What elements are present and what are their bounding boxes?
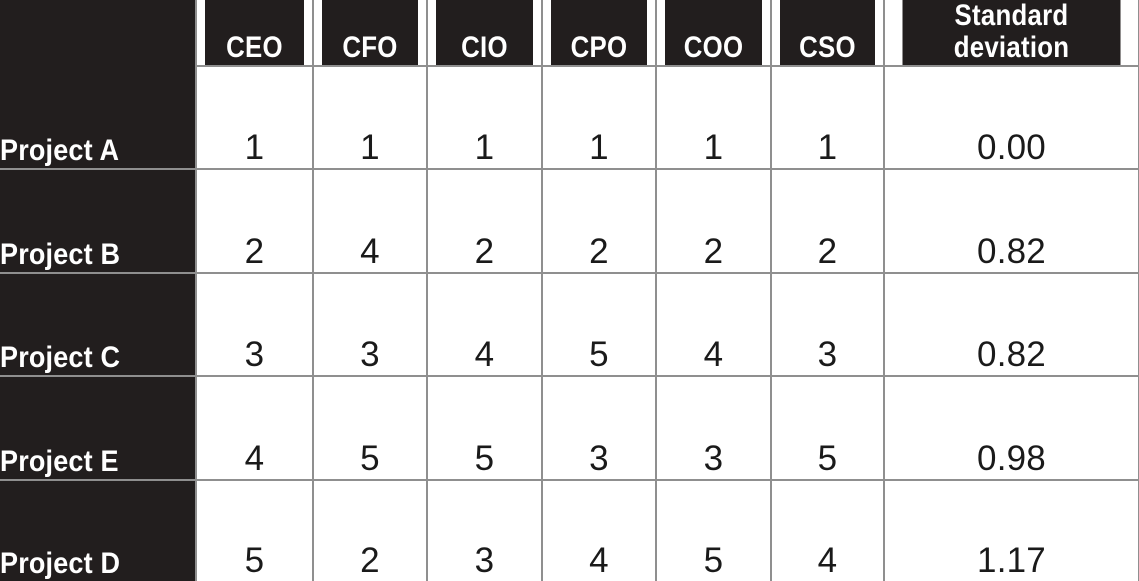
cell-project-a-cio: 1 bbox=[427, 64, 543, 171]
row-label-text: Project E bbox=[0, 444, 119, 478]
column-header-standard-deviation: Standard deviation bbox=[901, 0, 1123, 66]
row-label-project-a: Project A bbox=[0, 65, 197, 171]
row-label-text: Project C bbox=[0, 341, 121, 375]
column-header-cfo-label: CFO bbox=[342, 31, 398, 65]
cell-project-c-cio: 4 bbox=[427, 272, 543, 378]
cell-project-a-cso: 1 bbox=[771, 64, 885, 171]
row-label-project-c: Project C bbox=[0, 272, 197, 378]
cell-project-d-stdev: 1.17 bbox=[884, 479, 1139, 581]
cell-project-e-ceo: 4 bbox=[195, 376, 314, 481]
cell-project-d-cpo: 4 bbox=[542, 479, 657, 581]
cell-project-b-coo: 2 bbox=[656, 169, 772, 274]
cell-project-e-stdev: 0.98 bbox=[884, 376, 1139, 481]
header-row: CEO CFO CIO CPO COO CSO Standard deviati… bbox=[0, 0, 1139, 66]
cell-project-e-cso: 5 bbox=[771, 376, 885, 481]
cell-project-c-coo: 4 bbox=[656, 272, 772, 378]
cell-project-d-ceo: 5 bbox=[195, 479, 314, 581]
cell-project-d-cso: 4 bbox=[771, 479, 885, 581]
table-header: CEO CFO CIO CPO COO CSO Standard deviati… bbox=[0, 0, 1139, 66]
table-row: Project B 2 4 2 2 2 2 0.82 bbox=[0, 169, 1139, 274]
column-header-cio-label: CIO bbox=[461, 31, 508, 65]
cell-project-b-cso: 2 bbox=[771, 169, 885, 274]
cell-project-b-cio: 2 bbox=[427, 169, 543, 274]
cell-project-a-cpo: 1 bbox=[542, 64, 657, 171]
column-header-coo: COO bbox=[664, 0, 764, 66]
row-label-project-b: Project B bbox=[0, 169, 197, 274]
column-header-cpo: CPO bbox=[549, 0, 649, 66]
cell-project-a-stdev: 0.00 bbox=[884, 64, 1139, 171]
cell-project-d-coo: 5 bbox=[656, 479, 772, 581]
row-label-text: Project D bbox=[0, 547, 121, 580]
cell-project-e-coo: 3 bbox=[656, 376, 772, 481]
column-header-cpo-label: CPO bbox=[570, 31, 628, 65]
column-header-cso-label: CSO bbox=[799, 31, 856, 65]
cell-project-a-coo: 1 bbox=[656, 64, 772, 171]
cell-project-c-cso: 3 bbox=[771, 272, 885, 378]
column-header-cio: CIO bbox=[435, 0, 535, 66]
table-row: Project D 5 2 3 4 5 4 1.17 bbox=[0, 479, 1139, 581]
row-label-project-e: Project E bbox=[0, 376, 197, 481]
column-header-ceo-label: CEO bbox=[226, 31, 283, 65]
cell-project-e-cfo: 5 bbox=[313, 376, 428, 481]
column-header-coo-label: COO bbox=[683, 31, 744, 65]
row-label-project-d: Project D bbox=[0, 479, 197, 581]
cell-project-b-cfo: 4 bbox=[313, 169, 428, 274]
table-row: Project A 1 1 1 1 1 1 0.00 bbox=[0, 64, 1139, 171]
table-row: Project C 3 3 4 5 4 3 0.82 bbox=[0, 272, 1139, 378]
cell-project-a-ceo: 1 bbox=[195, 64, 314, 171]
cell-project-c-stdev: 0.82 bbox=[884, 272, 1139, 378]
project-rating-matrix-table: CEO CFO CIO CPO COO CSO Standard deviati… bbox=[0, 0, 1139, 581]
cell-project-d-cfo: 2 bbox=[313, 479, 428, 581]
table-body: Project A 1 1 1 1 1 1 0.00 Project B 2 4… bbox=[0, 64, 1139, 581]
cell-project-b-stdev: 0.82 bbox=[884, 169, 1139, 274]
column-header-cso: CSO bbox=[778, 0, 877, 66]
cell-project-e-cpo: 3 bbox=[542, 376, 657, 481]
cell-project-d-cio: 3 bbox=[427, 479, 543, 581]
column-header-cfo: CFO bbox=[320, 0, 420, 66]
column-header-standard-deviation-label: Standard deviation bbox=[953, 0, 1070, 65]
cell-project-c-cpo: 5 bbox=[542, 272, 657, 378]
cell-project-c-ceo: 3 bbox=[195, 272, 314, 378]
table-corner-cell bbox=[0, 0, 197, 66]
cell-project-e-cio: 5 bbox=[427, 376, 543, 481]
cell-project-b-ceo: 2 bbox=[195, 169, 314, 274]
cell-project-a-cfo: 1 bbox=[313, 64, 428, 171]
cell-project-c-cfo: 3 bbox=[313, 272, 428, 378]
row-label-text: Project A bbox=[0, 134, 120, 168]
row-label-text: Project B bbox=[0, 237, 121, 271]
table-row: Project E 4 5 5 3 3 5 0.98 bbox=[0, 376, 1139, 481]
cell-project-b-cpo: 2 bbox=[542, 169, 657, 274]
column-header-ceo: CEO bbox=[204, 0, 306, 66]
